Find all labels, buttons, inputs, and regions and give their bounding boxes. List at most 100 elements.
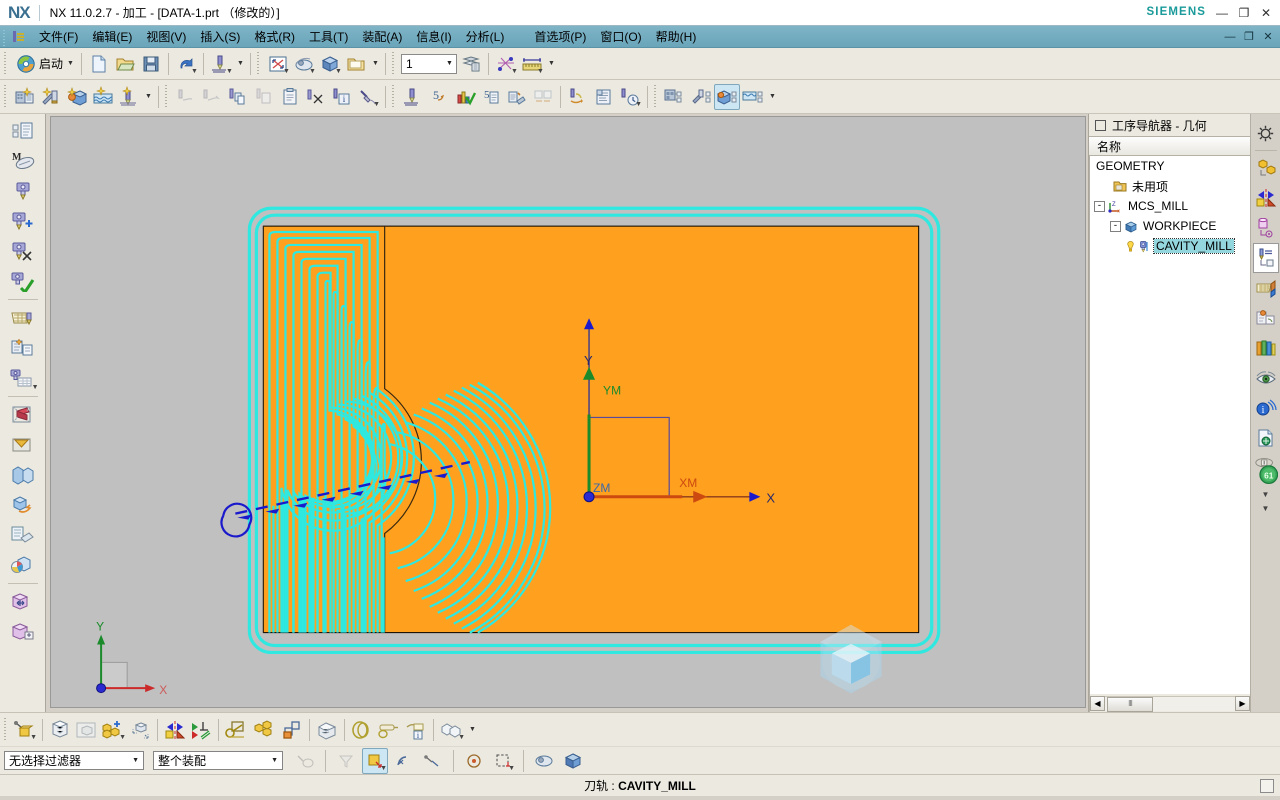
- post-process-button[interactable]: [504, 84, 530, 110]
- rect-select-button[interactable]: ▼: [490, 748, 516, 774]
- chevron-down-icon[interactable]: ▼: [373, 101, 380, 108]
- restore-button[interactable]: ❐: [1234, 3, 1254, 23]
- generate-toolpath-button[interactable]: ▼: [208, 51, 234, 77]
- measure-distance-button[interactable]: ▼: [519, 51, 545, 77]
- tool-cut-region-button[interactable]: [349, 717, 375, 743]
- menu-item-view[interactable]: 视图(V): [139, 26, 193, 47]
- cut-path-button[interactable]: [173, 84, 199, 110]
- select-feature-button[interactable]: [47, 717, 73, 743]
- undo-button[interactable]: ▼: [173, 51, 199, 77]
- navigator-tree[interactable]: GEOMETRY 未用项 - Z x MCS_MILL - WORKPIECE …: [1089, 156, 1250, 694]
- tree-node-mcs-mill[interactable]: - Z x MCS_MILL: [1090, 196, 1250, 216]
- tool-holder-button[interactable]: [375, 717, 403, 743]
- scroll-left-button[interactable]: ◀: [1090, 695, 1105, 711]
- wcs-orient-button[interactable]: [223, 717, 251, 743]
- menu-item-window[interactable]: 窗口(O): [593, 26, 648, 47]
- selection-filter-dropdown[interactable]: 无选择过滤器 ▼: [4, 751, 144, 770]
- operation-navigator-button[interactable]: [6, 176, 40, 206]
- report-button[interactable]: [1253, 423, 1279, 453]
- chevron-down-icon[interactable]: ▼: [226, 68, 233, 75]
- chevron-down-icon[interactable]: ▼: [191, 68, 198, 75]
- navigator-column-header[interactable]: 名称: [1089, 136, 1250, 156]
- menu-item-assemblies[interactable]: 装配(A): [355, 26, 409, 47]
- menu-grip[interactable]: [1, 27, 9, 46]
- shaded-view-button[interactable]: ▼: [317, 51, 343, 77]
- select-component-button[interactable]: [127, 717, 153, 743]
- chevron-down-icon[interactable]: ▼: [508, 765, 515, 772]
- select-body-button[interactable]: ▼: [99, 717, 127, 743]
- verify-button[interactable]: [452, 84, 478, 110]
- save-file-button[interactable]: [138, 51, 164, 77]
- render-style-button[interactable]: ▼: [291, 51, 317, 77]
- toolbar-overflow-2[interactable]: ▼: [369, 51, 381, 77]
- reference-geometry-button[interactable]: [6, 520, 40, 550]
- assembly-navigator-button[interactable]: [6, 116, 40, 146]
- document-minimize-button[interactable]: —: [1222, 29, 1238, 45]
- menu-item-file[interactable]: 文件(F): [32, 26, 85, 47]
- status-indicator-box[interactable]: [1260, 778, 1274, 793]
- menu-item-preferences[interactable]: 首选项(P): [527, 26, 593, 47]
- settings-gear-button[interactable]: [1253, 118, 1279, 148]
- chevron-down-icon[interactable]: ▼: [119, 734, 126, 741]
- machine-tool-view-button[interactable]: [688, 84, 714, 110]
- tool-info-button[interactable]: i: [403, 717, 429, 743]
- tree-node-geometry[interactable]: GEOMETRY: [1090, 156, 1250, 176]
- visualization-button[interactable]: [6, 550, 40, 580]
- scroll-track[interactable]: [1105, 695, 1235, 712]
- menu-item-analysis[interactable]: 分析(L): [459, 26, 512, 47]
- create-operation-rail-button[interactable]: [6, 206, 40, 236]
- select-curve-button[interactable]: [391, 748, 417, 774]
- geometry-view-button[interactable]: [714, 83, 740, 110]
- shaded-body-button[interactable]: [560, 748, 586, 774]
- point-constructor-button[interactable]: [461, 748, 487, 774]
- mirror-button[interactable]: [1253, 183, 1279, 213]
- toolbar-overflow-5[interactable]: ▼: [766, 84, 778, 110]
- snap-toggle-button[interactable]: [292, 748, 318, 774]
- machine-code-button[interactable]: [591, 84, 617, 110]
- simulate-time-button[interactable]: ▼: [617, 84, 643, 110]
- tree-expander-mcs-mill[interactable]: -: [1094, 200, 1105, 212]
- chevron-down-icon[interactable]: ▼: [30, 734, 37, 741]
- tree-node-workpiece[interactable]: - WORKPIECE: [1090, 216, 1250, 236]
- toolbar-grip-5[interactable]: [163, 84, 170, 109]
- replay-button[interactable]: 5: [426, 84, 452, 110]
- navigator-horizontal-scrollbar[interactable]: ◀ ▶: [1089, 694, 1250, 712]
- toolbar-overflow-4[interactable]: ▼: [142, 84, 154, 110]
- render-style-filter-button[interactable]: [531, 748, 557, 774]
- rail-overflow-button[interactable]: ▼: [1253, 501, 1279, 515]
- confirm-operation-rail-button[interactable]: [6, 266, 40, 296]
- eye-button[interactable]: [1253, 363, 1279, 393]
- operation-list-button[interactable]: ▼: [6, 363, 40, 393]
- copy-path-button[interactable]: [225, 84, 251, 110]
- move-object-button[interactable]: ▼: [493, 51, 519, 77]
- show-hide-button[interactable]: ▼: [438, 717, 466, 743]
- generate-button[interactable]: [400, 84, 426, 110]
- toolbar-grip-1[interactable]: [2, 51, 9, 76]
- graphics-window[interactable]: Y YM X XM ZM Y X: [50, 116, 1086, 708]
- create-method-button[interactable]: [90, 84, 116, 110]
- cylinder-button[interactable]: [1253, 213, 1279, 243]
- tree-node-cavity-mill[interactable]: CAVITY_MILL: [1090, 236, 1250, 256]
- mirror-assembly-button[interactable]: [162, 717, 188, 743]
- reposition-rail-button[interactable]: [6, 617, 40, 647]
- clipboard-path-button[interactable]: [277, 84, 303, 110]
- filter-off-button[interactable]: [333, 748, 359, 774]
- chevron-down-icon[interactable]: ▼: [537, 68, 544, 75]
- geometry-group-button[interactable]: [1253, 153, 1279, 183]
- assembly-scope-dropdown[interactable]: 整个装配 ▼: [153, 751, 283, 770]
- select-point-filter-button[interactable]: ▼: [362, 747, 388, 774]
- chevron-down-icon[interactable]: ▼: [458, 734, 465, 741]
- tool-path-button[interactable]: [1252, 243, 1279, 273]
- toolbar-grip-6[interactable]: [390, 84, 397, 109]
- layer-button[interactable]: [1253, 273, 1279, 303]
- transform-geometry-button[interactable]: [6, 490, 40, 520]
- workpiece-geometry-button[interactable]: [6, 400, 40, 430]
- menu-item-format[interactable]: 格式(R): [247, 26, 302, 47]
- chevron-down-icon[interactable]: ▼: [446, 60, 453, 67]
- chevron-down-icon[interactable]: ▼: [511, 68, 518, 75]
- chevron-down-icon[interactable]: ▼: [335, 68, 342, 75]
- scroll-right-button[interactable]: ▶: [1235, 695, 1250, 711]
- machine-button[interactable]: [1253, 303, 1279, 333]
- open-file-button[interactable]: [112, 51, 138, 77]
- toolbar-grip-2[interactable]: [254, 51, 262, 76]
